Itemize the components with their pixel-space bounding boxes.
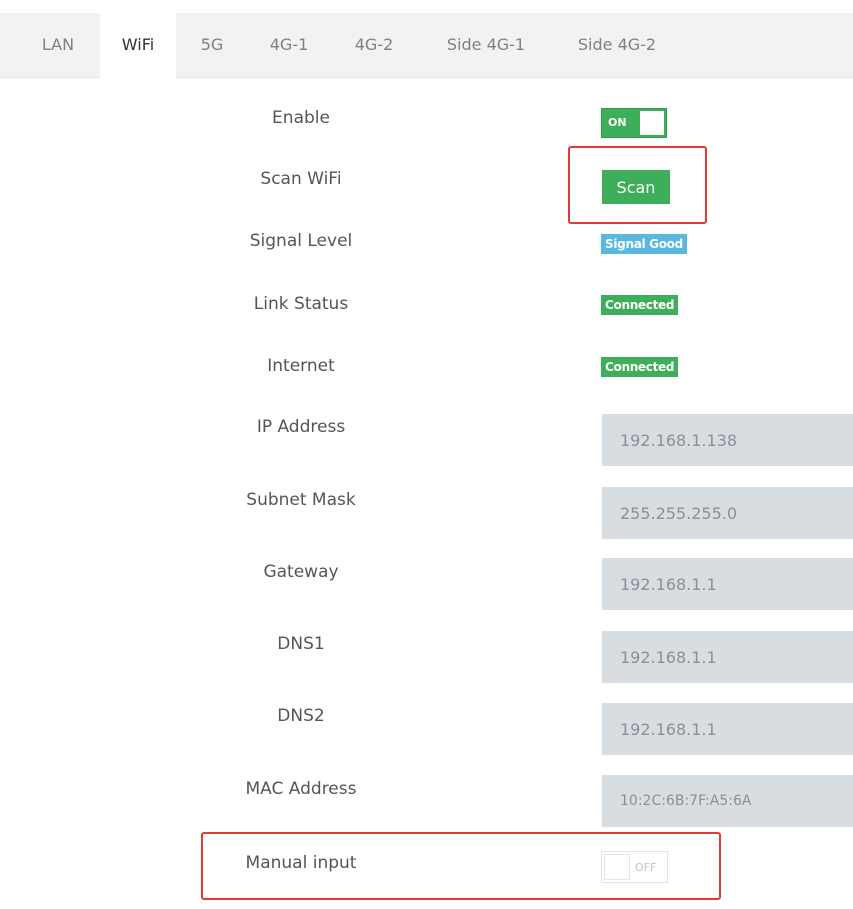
signal-status-badge: Signal Good: [601, 234, 687, 254]
tab-lan[interactable]: LAN: [22, 13, 94, 77]
internet-status-badge: Connected: [601, 357, 679, 377]
scan-wifi-label: Scan WiFi: [260, 169, 342, 189]
internet-label: Internet: [267, 356, 335, 376]
dns1-label: DNS1: [277, 634, 325, 654]
gateway-field[interactable]: [602, 558, 853, 610]
scan-button[interactable]: Scan: [602, 170, 670, 204]
dns2-label: DNS2: [277, 706, 325, 726]
tab-4g-2[interactable]: 4G-2: [343, 13, 405, 77]
enable-label: Enable: [272, 108, 330, 128]
tab-5g[interactable]: 5G: [190, 13, 234, 77]
subnet-mask-field[interactable]: [602, 487, 853, 539]
gateway-label: Gateway: [263, 562, 339, 582]
enable-toggle-state: ON: [608, 116, 627, 129]
subnet-mask-label: Subnet Mask: [246, 490, 356, 510]
tab-side-4g-1[interactable]: Side 4G-1: [430, 13, 542, 77]
tab-side-4g-2[interactable]: Side 4G-2: [561, 13, 673, 77]
tab-bar: LAN WiFi 5G 4G-1 4G-2 Side 4G-1 Side 4G-…: [0, 13, 853, 78]
tab-4g-1[interactable]: 4G-1: [258, 13, 320, 77]
enable-toggle[interactable]: ON: [601, 108, 667, 138]
manual-input-toggle[interactable]: OFF: [601, 851, 668, 883]
manual-input-label: Manual input: [245, 853, 357, 873]
mac-address-label: MAC Address: [245, 779, 357, 799]
mac-address-field[interactable]: [602, 775, 853, 827]
ip-address-field[interactable]: [602, 414, 853, 466]
link-status-badge: Connected: [601, 295, 679, 315]
dns1-field[interactable]: [602, 631, 853, 683]
signal-level-label: Signal Level: [249, 231, 353, 251]
manual-input-toggle-state: OFF: [635, 861, 657, 874]
dns2-field[interactable]: [602, 703, 853, 755]
toggle-knob: [604, 854, 630, 880]
toggle-knob: [640, 111, 664, 135]
ip-address-label: IP Address: [256, 417, 346, 437]
link-status-label: Link Status: [253, 294, 349, 314]
tab-wifi[interactable]: WiFi: [100, 13, 176, 78]
